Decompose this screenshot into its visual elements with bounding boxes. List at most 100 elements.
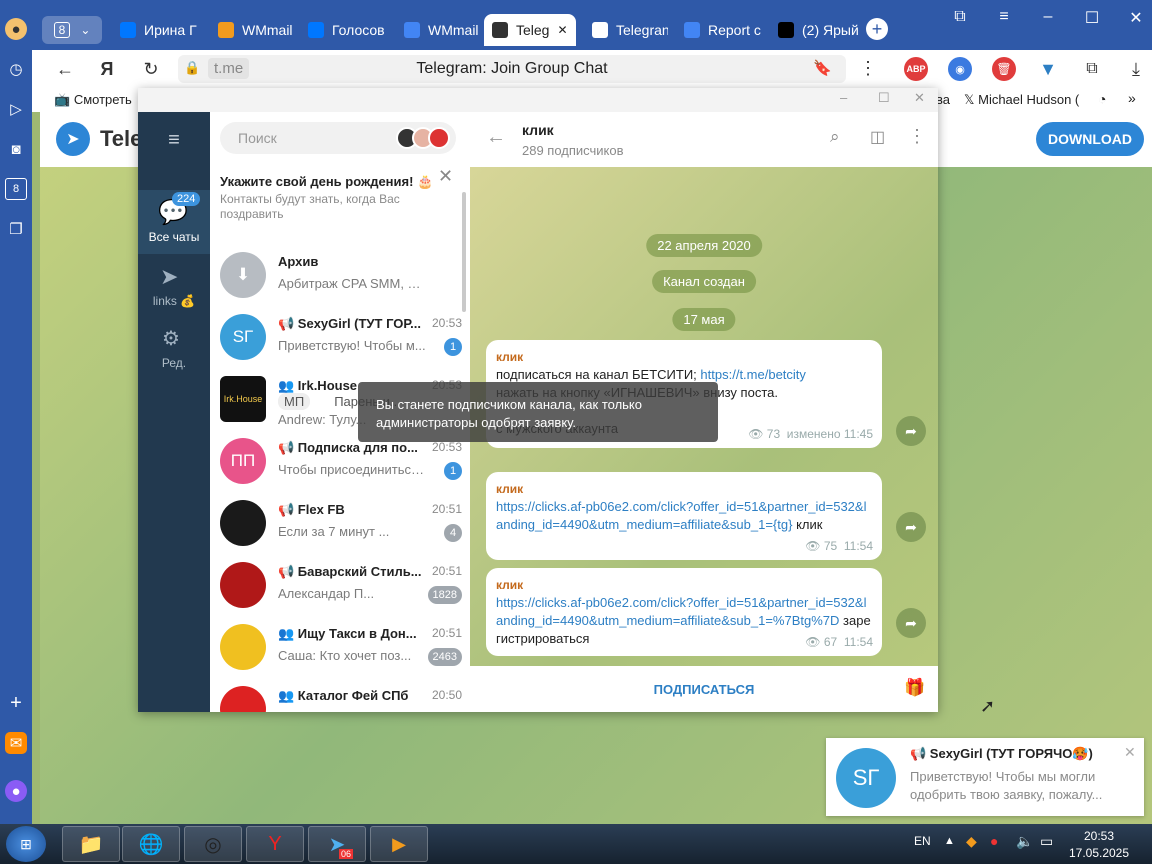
notification-close-icon[interactable]: ✕ — [1124, 744, 1136, 761]
browser-tab[interactable]: Telegran — [584, 14, 668, 46]
volume-icon[interactable]: 🔈 — [1016, 833, 1033, 850]
telegram-taskbar-icon[interactable]: ➤ 06 — [308, 826, 366, 862]
chat-row[interactable]: 📢 Flex FB 20:51 Если за 7 минут ... 4 — [210, 492, 470, 554]
close-window-button[interactable]: ✕ — [1124, 8, 1148, 28]
notification-toast[interactable]: SГ 📢 SexyGirl (ТУТ ГОРЯЧО🥵) Приветствую!… — [826, 738, 1144, 816]
message-link[interactable]: https://clicks.af-pb06e2.com/click?offer… — [496, 595, 866, 628]
sidebar-toggle-icon[interactable]: ◫ — [870, 127, 885, 147]
tab-label: WMmail — [242, 22, 293, 38]
vpn-extension-icon[interactable]: ▼ — [1036, 57, 1060, 81]
more-icon[interactable]: ⋮ — [858, 58, 878, 78]
mail-icon[interactable]: ✉ — [5, 732, 27, 754]
telegram-taskbar-badge: 06 — [339, 849, 354, 859]
tg-minimize-button[interactable]: – — [840, 90, 847, 105]
forward-button[interactable]: ➦ — [896, 512, 926, 542]
vk-icon — [120, 22, 136, 38]
network-icon[interactable]: ▭ — [1040, 833, 1053, 850]
tg-close-button[interactable]: ✕ — [914, 90, 925, 106]
forward-button[interactable]: ➦ — [896, 608, 926, 638]
bookmarks-panel-icon[interactable]: ⧉ — [948, 8, 972, 26]
alice-icon[interactable]: ● — [5, 780, 27, 802]
tray-yandex-icon[interactable]: ● — [990, 833, 998, 849]
edit-label: Ред. — [161, 356, 187, 370]
chat-row[interactable]: ⬇ Архив Арбитраж CPA SMM, Кейсы ... — [210, 244, 470, 306]
minimize-button[interactable]: – — [1036, 8, 1060, 26]
back-button[interactable]: ← — [52, 56, 78, 82]
media-player-icon[interactable]: ▶ — [370, 826, 428, 862]
extension-shield-icon[interactable]: ◉ — [948, 57, 972, 81]
search-icon[interactable]: ⌕ — [830, 127, 840, 147]
tg-maximize-button[interactable]: ☐ — [878, 90, 890, 106]
more-options-icon[interactable]: ⋮ — [908, 126, 926, 147]
date-pill: 17 мая — [672, 308, 736, 331]
bookmark-icon[interactable]: 🔖 — [813, 59, 832, 77]
clock-time[interactable]: 20:53 — [1072, 829, 1126, 843]
start-button[interactable]: ⊞ — [6, 826, 46, 862]
more-bookmarks-icon[interactable]: » — [1128, 90, 1136, 106]
chat-row[interactable]: 👥 Каталог Фей СПб 20:50 — [210, 678, 470, 712]
tray-arrow-icon[interactable]: ▲ — [944, 835, 955, 847]
sliders-icon: ⚙ — [162, 328, 180, 350]
browser-tab[interactable]: WMmail — [396, 14, 480, 46]
forward-button[interactable]: ➦ — [896, 416, 926, 446]
reload-icon[interactable]: ↻ — [138, 56, 164, 82]
folder-all-chats[interactable]: 💬 224 Все чаты — [138, 190, 210, 254]
download-icon[interactable]: ⤓ — [1124, 57, 1148, 81]
story-avatar-icon[interactable] — [428, 127, 450, 149]
hamburger-menu-icon[interactable]: ≡ — [160, 129, 188, 151]
explorer-icon[interactable]: 📁 — [62, 826, 120, 862]
history-icon[interactable]: ◷ — [5, 58, 27, 80]
browser-tab[interactable]: Ирина Г — [112, 14, 204, 46]
camera-icon[interactable]: ◙ — [5, 138, 27, 160]
chat-row[interactable]: 📢 Баварский Стиль... 20:51 Александар П...… — [210, 554, 470, 616]
browser-tab[interactable]: (2) Ярый — [770, 14, 860, 46]
clock-date[interactable]: 17.05.2025 — [1066, 846, 1132, 860]
extensions-icon[interactable]: ⧉ — [1080, 57, 1104, 81]
bookmark-watch[interactable]: 📺 Смотреть — [54, 92, 132, 108]
tab-counter-icon[interactable]: 8 — [5, 178, 27, 200]
chat-row[interactable]: 👥 Ищу Такси в Дон... 20:51 Саша: Кто хочет… — [210, 616, 470, 678]
collections-icon[interactable]: ❐ — [5, 218, 27, 240]
message-link[interactable]: https://t.me/betcity — [700, 367, 806, 382]
abp-extension-icon[interactable]: ABP — [904, 57, 928, 81]
browser-tab[interactable]: WMmail — [210, 14, 296, 46]
subscribe-button[interactable]: ПОДПИСАТЬСЯ — [470, 666, 938, 712]
chat-row[interactable]: SГ 📢 SexyGirl (ТУТ ГОР... 20:53 Приветствую… — [210, 306, 470, 368]
yandex-icon[interactable]: Я — [94, 56, 120, 82]
video-icon[interactable]: ▷ — [5, 98, 27, 120]
new-tab-button[interactable]: + — [866, 18, 888, 40]
chat-preview: Саша: Кто хочет поз... — [278, 648, 412, 663]
tray-app-icon[interactable]: ◆ — [966, 833, 977, 850]
yandex-browser-icon[interactable]: Y — [246, 826, 304, 862]
language-indicator[interactable]: EN — [914, 834, 931, 848]
topic-tag[interactable]: МП — [278, 393, 311, 410]
browser-tab[interactable]: Teleg ✕ — [484, 14, 576, 46]
close-icon[interactable]: ✕ — [438, 166, 453, 187]
close-tab-icon[interactable]: ✕ — [557, 23, 567, 37]
bookmark-item[interactable]: ва — [936, 92, 950, 107]
download-button[interactable]: DOWNLOAD — [1036, 122, 1144, 156]
chat-avatar — [220, 686, 266, 712]
menu-icon[interactable]: ≡ — [992, 8, 1016, 26]
url-field[interactable]: 🔒 t.me Telegram: Join Group Chat 🔖 — [178, 55, 846, 83]
gift-icon[interactable]: 🎁 — [904, 678, 925, 698]
back-arrow-icon[interactable]: ← — [486, 126, 506, 149]
add-panel-icon[interactable]: + — [5, 692, 27, 714]
clock-icon[interactable]: ◔ — [1098, 91, 1106, 107]
trash-extension-icon[interactable]: 🗑 — [992, 57, 1016, 81]
profile-avatar[interactable]: ● — [5, 18, 27, 40]
ie-icon[interactable]: 🌐 — [122, 826, 180, 862]
chat-avatar: ПП — [220, 438, 266, 484]
message-time: 11:54 — [843, 635, 873, 649]
bookmark-michael[interactable]: 𝕏 Michael Hudson ( — [964, 92, 1079, 108]
folder-edit[interactable]: ⚙ Ред. — [138, 316, 210, 378]
chrome-icon[interactable]: ◎ — [184, 826, 242, 862]
tab-group-button[interactable]: 8 ⌄ — [42, 16, 102, 44]
browser-tab[interactable]: Report c — [676, 14, 764, 46]
scrollbar[interactable] — [462, 192, 466, 312]
browser-tab[interactable]: Голосов — [300, 14, 390, 46]
folder-links[interactable]: ➤ links 💰 — [138, 254, 210, 316]
search-input[interactable]: Поиск — [220, 122, 456, 154]
telegram-titlebar: – ☐ ✕ — [138, 88, 938, 112]
maximize-button[interactable]: ☐ — [1080, 8, 1104, 28]
